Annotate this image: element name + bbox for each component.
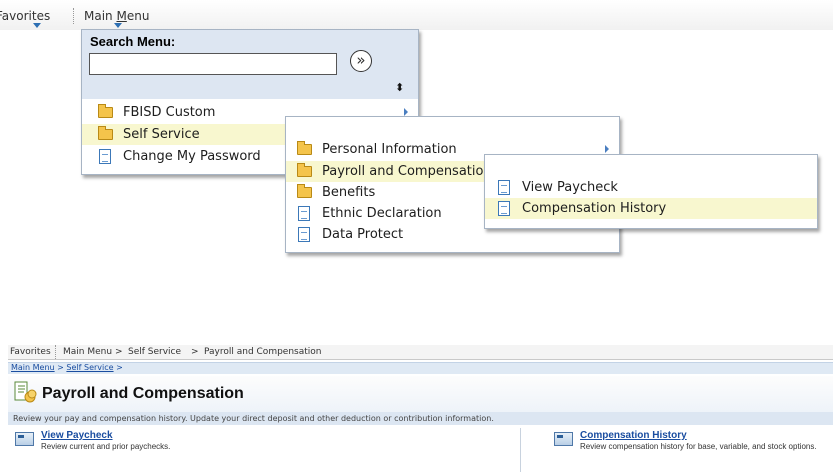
payroll-folder-icon: [14, 380, 38, 404]
payroll-submenu: View Paycheck Compensation History: [484, 154, 818, 229]
document-icon: [498, 201, 510, 216]
bottom-main-menu-link[interactable]: Main Menu: [63, 347, 112, 357]
nav-separator: [55, 345, 56, 359]
breadcrumb-separator: >: [116, 363, 123, 372]
page-description: Review your pay and compensation history…: [8, 412, 833, 425]
compensation-history-icon: [554, 432, 573, 446]
breadcrumb-separator: >: [57, 363, 64, 372]
view-paycheck-link[interactable]: View Paycheck: [41, 430, 113, 441]
menu-item-data-protect[interactable]: Data Protect: [286, 224, 476, 245]
menu-item-benefits[interactable]: Benefits: [286, 182, 476, 203]
folder-icon: [98, 104, 113, 118]
favorites-arrow-icon: [33, 23, 41, 28]
breadcrumb-separator: >: [191, 347, 199, 357]
page-title: Payroll and Compensation: [42, 385, 244, 402]
compensation-history-description: Review compensation history for base, va…: [580, 442, 817, 451]
breadcrumb-self-service[interactable]: Self Service: [66, 363, 113, 372]
bottom-nav-bar: Favorites Main Menu > Self Service > Pay…: [8, 345, 833, 360]
sort-icon[interactable]: ⬍: [395, 81, 404, 94]
bottom-self-service-link[interactable]: Self Service: [128, 347, 181, 357]
search-menu-label: Search Menu:: [90, 34, 176, 49]
nav-separator: [73, 8, 74, 24]
top-nav-bar: Favorites Main Menu: [0, 0, 833, 30]
main-menu[interactable]: Main Menu: [84, 9, 149, 23]
breadcrumb-separator: >: [115, 347, 123, 357]
bottom-payroll-link[interactable]: Payroll and Compensation: [204, 347, 321, 357]
search-go-button[interactable]: »: [350, 50, 372, 72]
document-icon: [99, 149, 111, 164]
folder-icon: [297, 184, 312, 198]
document-icon: [298, 227, 310, 242]
menu-item-view-paycheck[interactable]: View Paycheck: [485, 177, 817, 198]
menu-item-change-my-password[interactable]: Change My Password: [82, 146, 282, 167]
document-icon: [498, 180, 510, 195]
view-paycheck-description: Review current and prior paychecks.: [41, 442, 171, 451]
menu-item-compensation-history[interactable]: Compensation History: [485, 198, 817, 219]
folder-icon: [297, 163, 312, 177]
compensation-history-link[interactable]: Compensation History: [580, 430, 687, 441]
menu-item-ethnic-declaration[interactable]: Ethnic Declaration: [286, 203, 476, 224]
bottom-favorites-link[interactable]: Favorites: [10, 347, 51, 357]
main-menu-arrow-icon: [114, 23, 122, 28]
favorites-menu[interactable]: Favorites: [0, 9, 50, 23]
page-header: Payroll and Compensation: [8, 376, 833, 412]
folder-icon: [98, 126, 113, 140]
view-paycheck-icon: [15, 432, 34, 446]
breadcrumb: Main Menu > Self Service >: [8, 362, 833, 374]
folder-icon: [297, 141, 312, 155]
tile-divider: [520, 428, 521, 472]
search-menu-input[interactable]: [89, 53, 337, 75]
submenu-arrow-icon: [404, 108, 408, 116]
submenu-arrow-icon: [605, 145, 609, 153]
breadcrumb-main-menu[interactable]: Main Menu: [11, 363, 55, 372]
search-menu-header: Search Menu: » ⬍: [82, 30, 418, 99]
document-icon: [298, 206, 310, 221]
